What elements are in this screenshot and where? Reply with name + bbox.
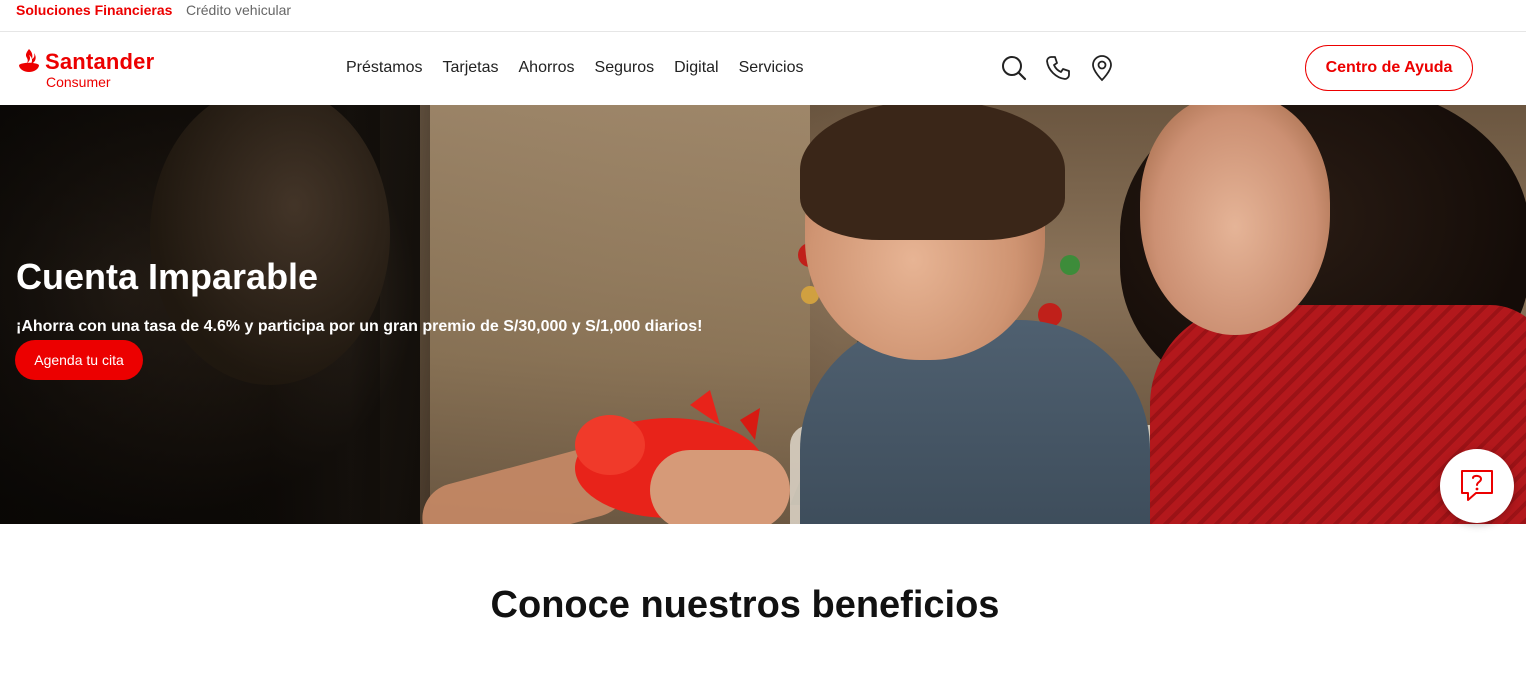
- hero-woman-face: [1140, 105, 1330, 335]
- location-pin-icon[interactable]: [1088, 54, 1116, 82]
- hero-title: Cuenta Imparable: [16, 256, 319, 297]
- nav-item-servicios[interactable]: Servicios: [739, 58, 804, 80]
- question-bubble-icon: [1461, 470, 1493, 501]
- hero-banner: Cuenta Imparable ¡Ahorra con una tasa de…: [0, 105, 1526, 524]
- logo-sub-text: Consumer: [46, 74, 111, 90]
- section-title: Conoce nuestros beneficios: [490, 584, 1000, 626]
- main-header: Santander Consumer Préstamos Tarjetas Ah…: [0, 32, 1526, 105]
- search-icon[interactable]: [1000, 54, 1028, 82]
- santander-consumer-logo[interactable]: Santander Consumer: [16, 46, 166, 92]
- phone-icon[interactable]: [1044, 54, 1072, 82]
- main-nav: Préstamos Tarjetas Ahorros Seguros Digit…: [346, 58, 824, 80]
- tab-soluciones-financieras[interactable]: Soluciones Financieras: [16, 2, 172, 18]
- nav-item-ahorros[interactable]: Ahorros: [519, 58, 575, 80]
- logo-brand-text: Santander: [45, 49, 155, 74]
- hero-boy-hair: [800, 105, 1065, 240]
- agenda-tu-cita-button[interactable]: Agenda tu cita: [15, 340, 143, 380]
- centro-de-ayuda-button[interactable]: Centro de Ayuda: [1305, 45, 1473, 91]
- hero-hand-right: [650, 450, 790, 524]
- hero-boy-body: [800, 320, 1150, 524]
- nav-item-prestamos[interactable]: Préstamos: [346, 58, 422, 80]
- flame-logo-icon: [19, 49, 39, 72]
- help-chat-button[interactable]: [1440, 449, 1514, 523]
- nav-item-tarjetas[interactable]: Tarjetas: [442, 58, 498, 80]
- tab-credito-vehicular[interactable]: Crédito vehicular: [186, 2, 291, 18]
- top-utility-bar: Soluciones Financieras Crédito vehicular: [0, 0, 1526, 32]
- hero-description: ¡Ahorra con una tasa de 4.6% y participa…: [16, 318, 703, 335]
- nav-item-seguros[interactable]: Seguros: [595, 58, 655, 80]
- nav-item-digital[interactable]: Digital: [674, 58, 718, 80]
